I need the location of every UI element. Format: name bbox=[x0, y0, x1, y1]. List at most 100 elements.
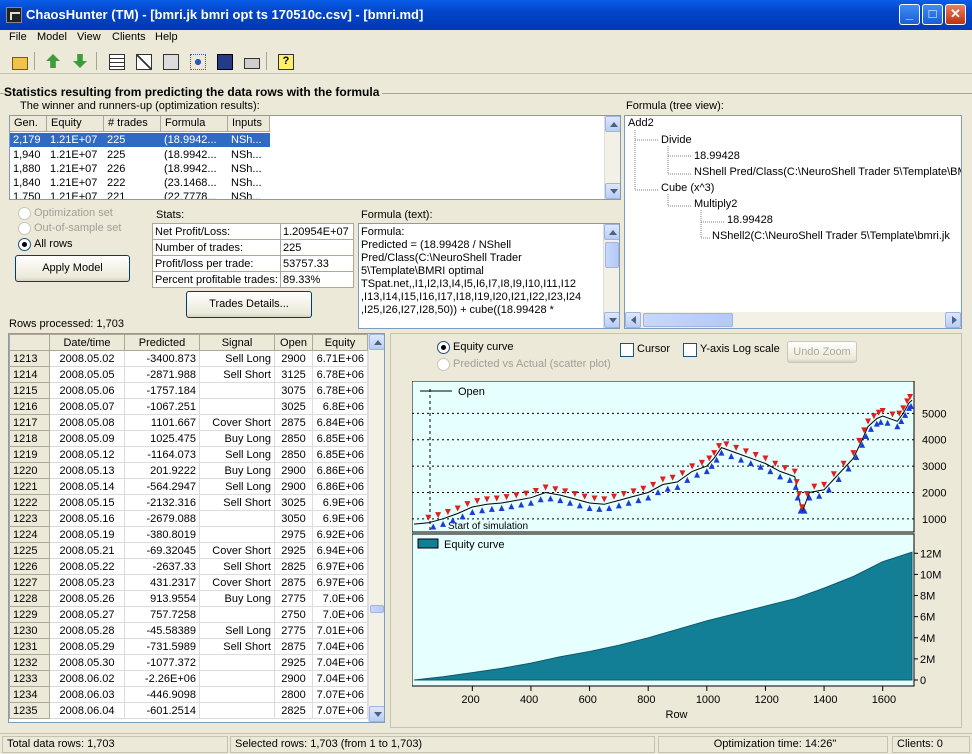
column-header[interactable] bbox=[9, 334, 50, 351]
table-row[interactable]: 1224 2008.05.19 -380.8019 2975 6.92E+06 bbox=[9, 526, 368, 543]
column-header[interactable]: Predicted bbox=[124, 334, 200, 351]
column-header[interactable]: Gen. bbox=[10, 116, 47, 132]
row-number: 1221 bbox=[9, 478, 50, 495]
cell: (18.9942... bbox=[164, 134, 217, 146]
table-row[interactable]: 1215 2008.05.06 -1757.184 3075 6.78E+06 bbox=[9, 382, 368, 399]
menu-clients[interactable]: Clients bbox=[112, 31, 146, 43]
winner-row[interactable]: 2,179 1.21E+07 225 (18.9942... NSh... bbox=[10, 133, 270, 147]
chart-icon[interactable] bbox=[133, 51, 153, 71]
table-row[interactable]: 1222 2008.05.15 -2132.316 Sell Short 3025 6.9… bbox=[9, 494, 368, 511]
cell: 1.21E+07 bbox=[50, 191, 98, 200]
upload-icon[interactable] bbox=[43, 51, 63, 71]
column-header[interactable]: Equity bbox=[312, 334, 368, 351]
table-cell: 6.86E+06 bbox=[312, 478, 368, 495]
tree-hscrollbar[interactable] bbox=[625, 312, 961, 328]
optimization-set-radio[interactable]: Optimization set bbox=[18, 207, 113, 220]
column-header[interactable]: Equity bbox=[47, 116, 104, 132]
row-number: 1213 bbox=[9, 350, 50, 367]
table-row[interactable]: 1214 2008.05.05 -2871.988 Sell Short 3125 6.7… bbox=[9, 366, 368, 383]
winners-scrollbar[interactable] bbox=[604, 116, 620, 199]
network-icon[interactable] bbox=[187, 51, 207, 71]
scroll-down-icon[interactable] bbox=[605, 183, 620, 199]
column-header[interactable]: Open bbox=[274, 334, 313, 351]
scatter-plot-radio[interactable]: Predicted vs Actual (scatter plot) bbox=[437, 358, 611, 371]
menu-view[interactable]: View bbox=[77, 31, 101, 43]
table-row[interactable]: 1235 2008.06.04 -601.2514 2825 7.07E+06 bbox=[9, 702, 368, 719]
column-header[interactable]: # trades bbox=[104, 116, 161, 132]
menu-file[interactable]: File bbox=[9, 31, 27, 43]
table-row[interactable]: 1230 2008.05.28 -45.58389 Sell Long 2775 7.01… bbox=[9, 622, 368, 639]
table-row[interactable]: 1227 2008.05.23 431.2317 Cover Short 2875 6.9… bbox=[9, 574, 368, 591]
grid-icon[interactable] bbox=[106, 51, 126, 71]
apply-model-button[interactable]: Apply Model bbox=[15, 255, 130, 282]
table-row[interactable]: 1228 2008.05.26 913.9554 Buy Long 2775 7.0E+0… bbox=[9, 590, 368, 607]
price-equity-chart[interactable]: 10002000300040005000OpenStart of simulat… bbox=[412, 381, 956, 721]
cursor-checkbox[interactable]: Cursor bbox=[620, 343, 670, 357]
help-icon[interactable] bbox=[275, 51, 295, 71]
column-header[interactable]: Formula bbox=[161, 116, 228, 132]
save-icon[interactable] bbox=[214, 51, 234, 71]
scroll-thumb[interactable] bbox=[605, 242, 619, 268]
table-row[interactable]: 1219 2008.05.12 -1164.073 Sell Long 2850 6.85… bbox=[9, 446, 368, 463]
scroll-thumb[interactable] bbox=[370, 605, 384, 613]
data-grid[interactable]: Date/time Predicted Signal Open Equity 1… bbox=[8, 333, 385, 723]
scroll-thumb[interactable] bbox=[643, 313, 733, 327]
formula-tree[interactable]: Add2 Divide 18.99428 NShell Pred/Class(C… bbox=[624, 115, 962, 329]
download-icon[interactable] bbox=[70, 51, 90, 71]
table-row[interactable]: 1223 2008.05.16 -2679.088 3050 6.9E+06 bbox=[9, 510, 368, 527]
scroll-down-icon[interactable] bbox=[604, 312, 619, 328]
open-folder-icon[interactable] bbox=[9, 51, 29, 71]
table-row[interactable]: 1218 2008.05.09 1025.475 Buy Long 2850 6.85E+… bbox=[9, 430, 368, 447]
table-row[interactable]: 1213 2008.05.02 -3400.873 Sell Long 2900 6.71… bbox=[9, 350, 368, 367]
column-header[interactable]: Inputs bbox=[228, 116, 270, 132]
stat-label: Net Profit/Loss: bbox=[152, 223, 281, 240]
table-row[interactable]: 1231 2008.05.29 -731.5989 Sell Short 2875 7.0… bbox=[9, 638, 368, 655]
table-row[interactable]: 1226 2008.05.22 -2637.33 Sell Short 2825 6.97… bbox=[9, 558, 368, 575]
table-row[interactable]: 1232 2008.05.30 -1077.372 2925 7.04E+06 bbox=[9, 654, 368, 671]
menu-model[interactable]: Model bbox=[37, 31, 67, 43]
all-rows-radio[interactable]: All rows bbox=[18, 238, 73, 251]
print-icon[interactable] bbox=[241, 51, 261, 71]
formula-scrollbar[interactable] bbox=[603, 224, 619, 328]
formula-textbox[interactable]: Formula: Predicted = (18.99428 / NShell … bbox=[358, 223, 620, 329]
column-header[interactable]: Signal bbox=[199, 334, 275, 351]
scroll-left-icon[interactable] bbox=[625, 312, 641, 328]
cell: 1.21E+07 bbox=[50, 134, 98, 146]
row-number: 1215 bbox=[9, 382, 50, 399]
scroll-up-icon[interactable] bbox=[369, 334, 384, 350]
scroll-right-icon[interactable] bbox=[945, 312, 961, 328]
winners-list[interactable]: Gen. Equity # trades Formula Inputs 2,17… bbox=[9, 115, 621, 200]
close-button[interactable]: ✕ bbox=[945, 4, 966, 25]
minimize-button[interactable]: _ bbox=[899, 4, 920, 25]
stat-value: 53757.33 bbox=[280, 255, 354, 272]
column-header[interactable]: Date/time bbox=[49, 334, 125, 351]
maximize-button[interactable]: □ bbox=[922, 4, 943, 25]
undo-zoom-button[interactable]: Undo Zoom bbox=[787, 341, 857, 363]
cell: (18.9942... bbox=[164, 149, 217, 161]
cell: 1.21E+07 bbox=[50, 163, 98, 175]
table-row[interactable]: 1216 2008.05.07 -1067.251 3025 6.8E+06 bbox=[9, 398, 368, 415]
scroll-up-icon[interactable] bbox=[605, 116, 620, 132]
out-of-sample-radio[interactable]: Out-of-sample set bbox=[18, 222, 121, 235]
table-cell: 2008.05.28 bbox=[49, 622, 125, 639]
book-icon[interactable] bbox=[160, 51, 180, 71]
grid-scrollbar[interactable] bbox=[368, 334, 384, 722]
table-cell: 3025 bbox=[274, 398, 313, 415]
table-row[interactable]: 1229 2008.05.27 757.7258 2750 7.0E+06 bbox=[9, 606, 368, 623]
table-cell: 2008.05.15 bbox=[49, 494, 125, 511]
menu-help[interactable]: Help bbox=[155, 31, 178, 43]
table-row[interactable]: 1220 2008.05.13 201.9222 Buy Long 2900 6.86E+… bbox=[9, 462, 368, 479]
table-row[interactable]: 1234 2008.06.03 -446.9098 2800 7.07E+06 bbox=[9, 686, 368, 703]
title-bar: ChaosHunter (TM) - [bmri.jk bmri opt ts … bbox=[0, 0, 972, 30]
trades-details-button[interactable]: Trades Details... bbox=[186, 291, 312, 318]
equity-curve-radio[interactable]: Equity curve bbox=[437, 341, 514, 354]
app-icon[interactable] bbox=[6, 7, 22, 23]
ylog-checkbox[interactable]: Y-axis Log scale bbox=[683, 343, 780, 357]
table-row[interactable]: 1233 2008.06.02 -2.26E+06 2900 7.04E+06 bbox=[9, 670, 368, 687]
table-row[interactable]: 1217 2008.05.08 1101.667 Cover Short 2875 6.8… bbox=[9, 414, 368, 431]
table-row[interactable]: 1221 2008.05.14 -564.2947 Sell Long 2900 6.86… bbox=[9, 478, 368, 495]
scroll-up-icon[interactable] bbox=[604, 224, 619, 240]
cell: 1,880 bbox=[13, 163, 41, 175]
scroll-down-icon[interactable] bbox=[369, 706, 384, 722]
table-row[interactable]: 1225 2008.05.21 -69.32045 Cover Short 2925 6.… bbox=[9, 542, 368, 559]
